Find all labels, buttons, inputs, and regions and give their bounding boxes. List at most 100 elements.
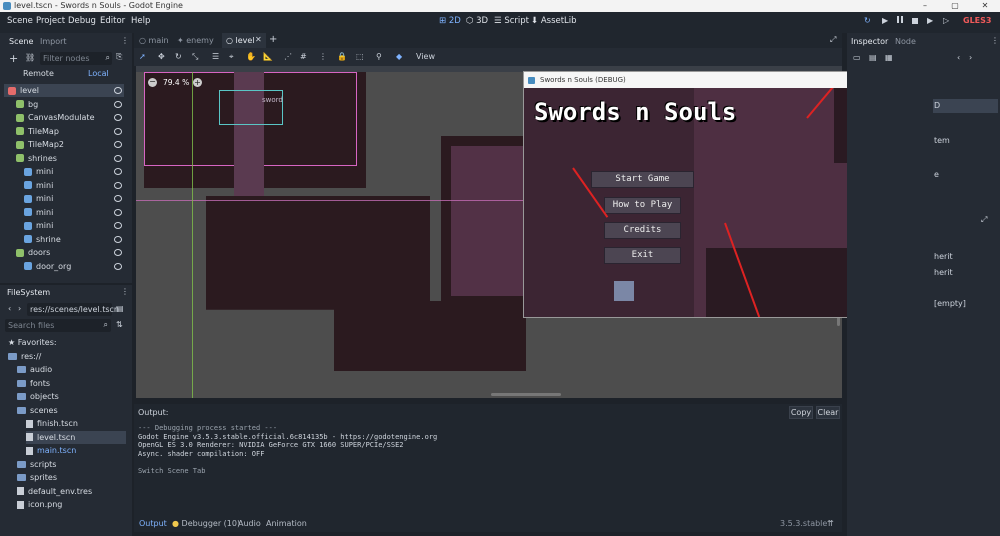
local-button[interactable]: Local: [88, 69, 109, 78]
folder-item[interactable]: res://: [8, 350, 41, 363]
camera-icon[interactable]: ◆: [396, 52, 402, 61]
menu-dots-icon[interactable]: ⋮: [121, 36, 129, 45]
folder-item[interactable]: objects: [17, 390, 59, 403]
forward-icon[interactable]: ›: [18, 304, 21, 313]
tab-import[interactable]: Import: [40, 37, 67, 46]
menu-dots-icon[interactable]: ⋮: [991, 36, 999, 45]
visibility-icon[interactable]: [114, 127, 122, 135]
exit-button[interactable]: Exit: [604, 247, 681, 264]
credits-button[interactable]: Credits: [604, 222, 681, 239]
play-scene-icon[interactable]: ▶: [927, 16, 933, 25]
scene-tools-icon[interactable]: ⎘: [116, 52, 122, 62]
pan-tool-icon[interactable]: ✋: [246, 52, 256, 61]
play-icon[interactable]: ▶: [882, 16, 888, 25]
tab-output[interactable]: Output: [139, 519, 167, 528]
minimize-button[interactable]: –: [910, 0, 940, 12]
scene-tab-enemy[interactable]: ✦ enemy: [177, 36, 214, 45]
ruler-tool-icon[interactable]: 📐: [263, 52, 273, 61]
how-to-play-button[interactable]: How to Play: [604, 197, 681, 214]
workspace-script-button[interactable]: ☰ Script: [494, 16, 529, 26]
workspace-assetlib-button[interactable]: ⬇ AssetLib: [531, 16, 577, 26]
view-menu[interactable]: View: [416, 52, 435, 61]
scene-tree-item[interactable]: mini: [4, 219, 124, 232]
grid-snap-icon[interactable]: #: [300, 52, 307, 61]
tab-audio[interactable]: Audio: [238, 519, 261, 528]
scene-tree-item[interactable]: mini: [4, 165, 124, 178]
folder-item[interactable]: scripts: [17, 458, 56, 471]
visibility-icon[interactable]: [114, 235, 122, 243]
distraction-free-icon[interactable]: ⤢: [830, 35, 836, 45]
pause-icon[interactable]: [897, 16, 903, 23]
folder-item[interactable]: audio: [17, 363, 52, 376]
visibility-icon[interactable]: [114, 249, 122, 256]
scene-tree-item[interactable]: CanvasModulate: [4, 111, 124, 124]
group-icon[interactable]: ⬚: [356, 52, 364, 61]
copy-button[interactable]: Copy: [789, 406, 813, 419]
file-item[interactable]: default_env.tres: [17, 485, 92, 498]
scene-tree-item[interactable]: mini: [4, 206, 124, 219]
node-filter-input[interactable]: Filter nodes ⌕: [40, 52, 112, 65]
back-icon[interactable]: ‹: [8, 304, 11, 313]
list-select-icon[interactable]: ☰: [212, 52, 219, 61]
folder-item[interactable]: sprites: [17, 471, 57, 484]
history-back-icon[interactable]: ‹: [957, 53, 960, 62]
start-game-button[interactable]: Start Game: [591, 171, 694, 188]
add-tab-icon[interactable]: +: [269, 34, 277, 45]
file-item[interactable]: ★ Favorites:: [8, 336, 57, 349]
visibility-icon[interactable]: [114, 168, 122, 175]
load-resource-icon[interactable]: ▤: [869, 53, 877, 62]
tab-scene[interactable]: Scene: [9, 37, 33, 46]
visibility-icon[interactable]: [114, 87, 122, 94]
snap-options-icon[interactable]: ⋮: [319, 52, 327, 61]
remote-button[interactable]: Remote: [23, 69, 54, 78]
link-icon[interactable]: ⛓: [25, 53, 35, 62]
split-view-icon[interactable]: ▤: [116, 304, 124, 313]
expand-icon[interactable]: ⤢: [981, 215, 987, 225]
tab-inspector[interactable]: Inspector: [851, 37, 888, 46]
maximize-button[interactable]: ▢: [940, 0, 970, 12]
visibility-icon[interactable]: [114, 114, 122, 121]
scene-tree-item[interactable]: TileMap2: [4, 138, 124, 151]
menu-editor[interactable]: Editor: [100, 16, 125, 26]
renderer-select[interactable]: GLES3: [963, 16, 991, 25]
scrollbar-horizontal[interactable]: [491, 393, 561, 396]
scene-tree-item[interactable]: bg: [4, 98, 124, 111]
close-button[interactable]: ✕: [970, 0, 1000, 12]
scene-tree-item[interactable]: mini: [4, 179, 124, 192]
visibility-icon[interactable]: [114, 181, 122, 189]
zoom-level[interactable]: 79.4 %: [163, 78, 189, 87]
rotate-tool-icon[interactable]: ↻: [175, 52, 182, 61]
save-resource-icon[interactable]: ▦: [885, 53, 893, 62]
workspace-2d-button[interactable]: ⊞ 2D: [439, 16, 461, 26]
visibility-icon[interactable]: [114, 141, 122, 148]
new-resource-icon[interactable]: ▭: [853, 53, 861, 62]
scene-tree-item[interactable]: shrines: [4, 152, 124, 165]
visibility-icon[interactable]: [114, 195, 122, 202]
file-item[interactable]: icon.png: [17, 498, 62, 511]
visibility-icon[interactable]: [114, 154, 122, 162]
play-custom-icon[interactable]: ▷: [943, 16, 949, 25]
expand-panel-icon[interactable]: ⇈: [827, 519, 834, 528]
tab-debugger[interactable]: ● Debugger (10): [172, 519, 240, 528]
folder-item[interactable]: fonts: [17, 377, 50, 390]
scene-tree-item[interactable]: level: [4, 84, 124, 97]
scale-tool-icon[interactable]: ⤡: [192, 52, 198, 62]
bone-icon[interactable]: ⚲: [376, 52, 382, 61]
sort-icon[interactable]: ⇅: [116, 320, 123, 329]
menu-scene[interactable]: Scene: [7, 16, 33, 26]
tab-node[interactable]: Node: [895, 37, 916, 46]
file-search-input[interactable]: Search files ⌕: [5, 319, 111, 332]
scene-tree-item[interactable]: mini: [4, 192, 124, 205]
move-tool-icon[interactable]: ✥: [158, 52, 165, 61]
stop-icon[interactable]: [912, 18, 918, 24]
clear-button[interactable]: Clear: [816, 406, 840, 419]
zoom-in-icon[interactable]: +: [193, 78, 202, 87]
visibility-icon[interactable]: [114, 100, 122, 108]
menu-project[interactable]: Project: [36, 16, 65, 26]
file-item[interactable]: level.tscn: [26, 430, 126, 444]
reload-icon[interactable]: ↻: [864, 16, 871, 25]
visibility-icon[interactable]: [114, 208, 122, 216]
menu-dots-icon[interactable]: ⋮: [121, 287, 129, 296]
menu-debug[interactable]: Debug: [68, 16, 96, 26]
zoom-out-icon[interactable]: −: [148, 78, 157, 87]
